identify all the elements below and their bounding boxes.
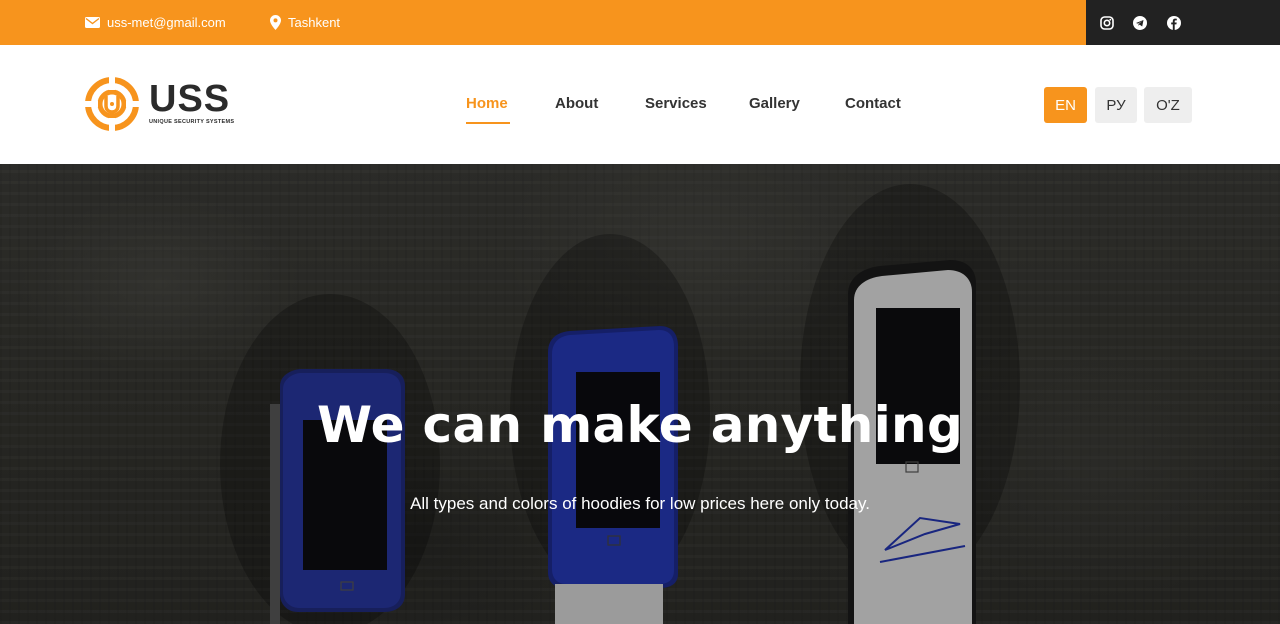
email-text: uss-met@gmail.com: [107, 15, 226, 30]
telegram-link[interactable]: [1133, 0, 1147, 45]
logo-tagline: UNIQUE SECURITY SYSTEMS: [149, 119, 235, 125]
location-contact: Tashkent: [270, 0, 340, 45]
social-bar: [1086, 0, 1280, 45]
nav-about[interactable]: About: [555, 95, 598, 112]
nav-gallery[interactable]: Gallery: [749, 95, 800, 112]
lang-ru-button[interactable]: РУ: [1095, 87, 1137, 123]
mail-icon: [85, 17, 100, 28]
location-text: Tashkent: [288, 15, 341, 30]
hero-section: We can make anything All types and color…: [0, 164, 1280, 624]
lang-uz-button[interactable]: O'Z: [1144, 87, 1192, 123]
site-header: USS UNIQUE SECURITY SYSTEMS Home About S…: [0, 45, 1280, 164]
map-pin-icon: [270, 15, 281, 30]
instagram-link[interactable]: [1100, 0, 1114, 45]
logo-emblem-icon: [84, 76, 140, 132]
logo[interactable]: USS UNIQUE SECURITY SYSTEMS: [84, 76, 234, 132]
nav-services[interactable]: Services: [645, 95, 707, 112]
instagram-icon: [1100, 15, 1114, 30]
logo-name: USS: [149, 78, 231, 120]
nav-home[interactable]: Home: [466, 95, 508, 112]
telegram-icon: [1133, 15, 1147, 30]
lang-en-button[interactable]: EN: [1044, 87, 1087, 123]
nav-active-indicator: [466, 122, 510, 124]
facebook-icon: [1167, 15, 1181, 30]
hero-title: We can make anything: [316, 396, 964, 454]
facebook-link[interactable]: [1167, 0, 1181, 45]
email-contact[interactable]: uss-met@gmail.com: [85, 0, 226, 45]
hero-subtitle: All types and colors of hoodies for low …: [410, 494, 870, 513]
nav-contact[interactable]: Contact: [845, 95, 901, 112]
hero-overlay: [0, 164, 1280, 624]
